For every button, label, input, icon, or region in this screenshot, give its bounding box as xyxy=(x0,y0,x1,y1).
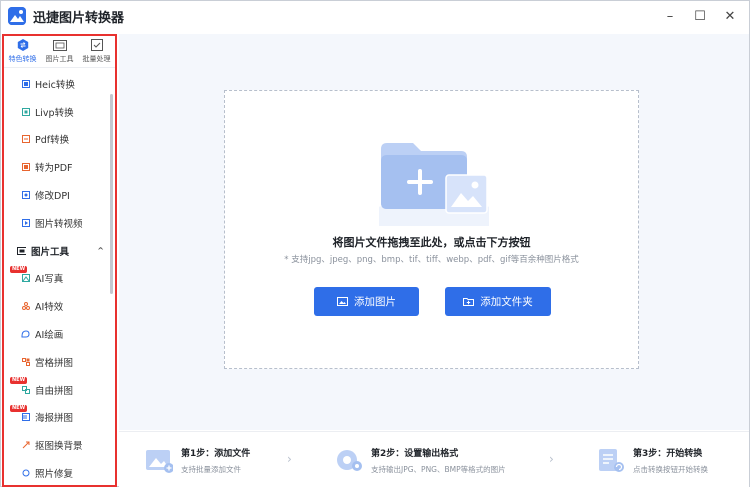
chevron-right-icon: › xyxy=(287,452,292,466)
drop-zone[interactable]: 将图片文件拖拽至此处，或点击下方按钮 * 支持jpg、jpeg、png、bmp、… xyxy=(224,90,639,369)
sidebar-item-pdf[interactable]: Pdf转换 xyxy=(4,126,112,154)
step-output-format: 第2步：设置输出格式 支持输出JPG、PNG、BMP等格式的图片 xyxy=(335,442,506,478)
step-desc: 点击转换按钮开始转换 xyxy=(633,464,708,474)
sidebar-item-label: AI绘画 xyxy=(35,330,64,342)
folder-plus-icon xyxy=(463,297,475,306)
sidebar-item-ai-paint[interactable]: AI绘画 xyxy=(4,320,112,348)
video-icon xyxy=(21,218,30,227)
window-controls: – ☐ ✕ xyxy=(655,1,745,31)
pdf-icon xyxy=(21,135,30,144)
title-bar: 迅捷图片转换器 – ☐ ✕ xyxy=(1,1,749,31)
step-title: 第1步：添加文件 xyxy=(181,448,251,459)
ai-effect-icon xyxy=(21,302,30,311)
close-button[interactable]: ✕ xyxy=(715,1,745,31)
poster-icon xyxy=(21,413,30,422)
sidebar-section-label: 图片工具 xyxy=(31,246,70,258)
heic-icon xyxy=(21,79,30,88)
sidebar-item-label: 宫格拼图 xyxy=(35,357,74,369)
sidebar-item-label: 转为PDF xyxy=(35,163,73,175)
livp-icon xyxy=(21,107,30,116)
step-title: 第3步：开始转换 xyxy=(633,448,703,459)
add-image-step-icon xyxy=(145,446,174,474)
sidebar-item-video[interactable]: 图片转视频 xyxy=(4,209,112,237)
maximize-button[interactable]: ☐ xyxy=(685,1,715,31)
sidebar-item-to-pdf[interactable]: 转为PDF xyxy=(4,153,112,181)
image-icon xyxy=(337,297,348,306)
image-tool-icon xyxy=(52,39,67,51)
new-badge: NEW xyxy=(10,376,28,384)
sidebar-item-ai-effect[interactable]: AI特效 xyxy=(4,292,112,320)
dpi-icon xyxy=(21,191,30,200)
sidebar-item-ai-portrait[interactable]: NEW AI写真 xyxy=(4,265,112,293)
image-tool-icon xyxy=(17,246,26,255)
tab-label: 特色转换 xyxy=(8,55,37,63)
app-window: 迅捷图片转换器 – ☐ ✕ 特色转换 图片工具 批量处理 Heic转换 Livp… xyxy=(0,0,750,487)
sidebar-item-grid-collage[interactable]: 宫格拼图 xyxy=(4,348,112,376)
sidebar-item-label: Pdf转换 xyxy=(35,135,70,147)
sidebar-item-label: Livp转换 xyxy=(35,107,74,119)
sidebar-scrollbar[interactable] xyxy=(110,94,113,294)
drop-zone-title: 将图片文件拖拽至此处，或点击下方按钮 xyxy=(332,236,531,249)
sidebar-item-label: 修改DPI xyxy=(35,191,70,203)
chevron-up-icon[interactable]: ^ xyxy=(97,246,104,255)
tab-label: 图片工具 xyxy=(45,55,74,63)
sidebar-section-image-tools[interactable]: 图片工具 ^ xyxy=(4,237,112,265)
grid-icon xyxy=(21,357,30,366)
sidebar-item-label: 自由拼图 xyxy=(35,385,74,397)
tab-featured-convert[interactable]: 特色转换 xyxy=(4,36,41,67)
sidebar-item-label: Heic转换 xyxy=(35,79,75,91)
free-collage-icon xyxy=(21,385,30,394)
new-badge: NEW xyxy=(10,404,28,412)
convert-icon xyxy=(16,39,30,51)
new-badge: NEW xyxy=(10,265,28,273)
sidebar-item-label: 抠图换背景 xyxy=(35,441,83,453)
sidebar-item-photo-repair[interactable]: 照片修复 xyxy=(4,459,112,485)
sidebar-tabs: 特色转换 图片工具 批量处理 xyxy=(4,36,115,68)
sidebar-item-heic[interactable]: Heic转换 xyxy=(4,70,112,98)
sidebar-item-label: AI写真 xyxy=(35,274,64,286)
ai-portrait-icon xyxy=(21,274,30,283)
add-folder-button[interactable]: 添加文件夹 xyxy=(445,287,551,316)
add-folder-label: 添加文件夹 xyxy=(480,296,533,308)
tab-batch-process[interactable]: 批量处理 xyxy=(78,36,115,67)
sidebar-item-label: 图片转视频 xyxy=(35,218,83,230)
settings-step-icon xyxy=(335,446,363,474)
folder-image-icon xyxy=(344,141,524,239)
step-add-files: 第1步：添加文件 支持批量添加文件 xyxy=(145,442,250,478)
minimize-button[interactable]: – xyxy=(655,1,685,31)
main-area: 将图片文件拖拽至此处，或点击下方按钮 * 支持jpg、jpeg、png、bmp、… xyxy=(119,34,749,430)
sidebar-item-label: 海报拼图 xyxy=(35,413,74,425)
sidebar-item-livp[interactable]: Livp转换 xyxy=(4,98,112,126)
sidebar-item-free-collage[interactable]: NEW 自由拼图 xyxy=(4,376,112,404)
step-title: 第2步：设置输出格式 xyxy=(371,448,459,459)
sidebar: 特色转换 图片工具 批量处理 Heic转换 Livp转换 Pdf转换 转为PDF… xyxy=(2,34,117,487)
drop-zone-subtitle: * 支持jpg、jpeg、png、bmp、tif、tiff、webp、pdf、g… xyxy=(284,255,579,265)
steps-bar: 第1步：添加文件 支持批量添加文件 › 第2步：设置输出格式 支持输出JPG、P… xyxy=(119,431,749,487)
repair-icon xyxy=(21,469,30,478)
sidebar-item-dpi[interactable]: 修改DPI xyxy=(4,181,112,209)
add-image-button[interactable]: 添加图片 xyxy=(314,287,419,316)
step-desc: 支持输出JPG、PNG、BMP等格式的图片 xyxy=(371,464,506,474)
app-logo-icon xyxy=(8,7,26,25)
step-start-convert: 第3步：开始转换 点击转换按钮开始转换 xyxy=(597,442,708,478)
app-title: 迅捷图片转换器 xyxy=(33,10,125,26)
convert-step-icon xyxy=(597,446,625,474)
sidebar-list: Heic转换 Livp转换 Pdf转换 转为PDF 修改DPI 图片转视频 图片… xyxy=(4,70,112,485)
to-pdf-icon xyxy=(21,163,30,172)
tab-label: 批量处理 xyxy=(82,55,111,63)
sidebar-item-label: AI特效 xyxy=(35,302,64,314)
batch-icon xyxy=(90,39,104,51)
sidebar-item-cutout[interactable]: 抠图换背景 xyxy=(4,431,112,459)
cutout-icon xyxy=(21,441,30,450)
sidebar-item-label: 照片修复 xyxy=(35,469,74,481)
sidebar-item-poster-collage[interactable]: NEW 海报拼图 xyxy=(4,404,112,432)
chevron-right-icon: › xyxy=(549,452,554,466)
add-image-label: 添加图片 xyxy=(354,296,396,308)
step-desc: 支持批量添加文件 xyxy=(181,464,241,474)
tab-image-tools[interactable]: 图片工具 xyxy=(41,36,78,67)
ai-paint-icon xyxy=(21,330,30,339)
